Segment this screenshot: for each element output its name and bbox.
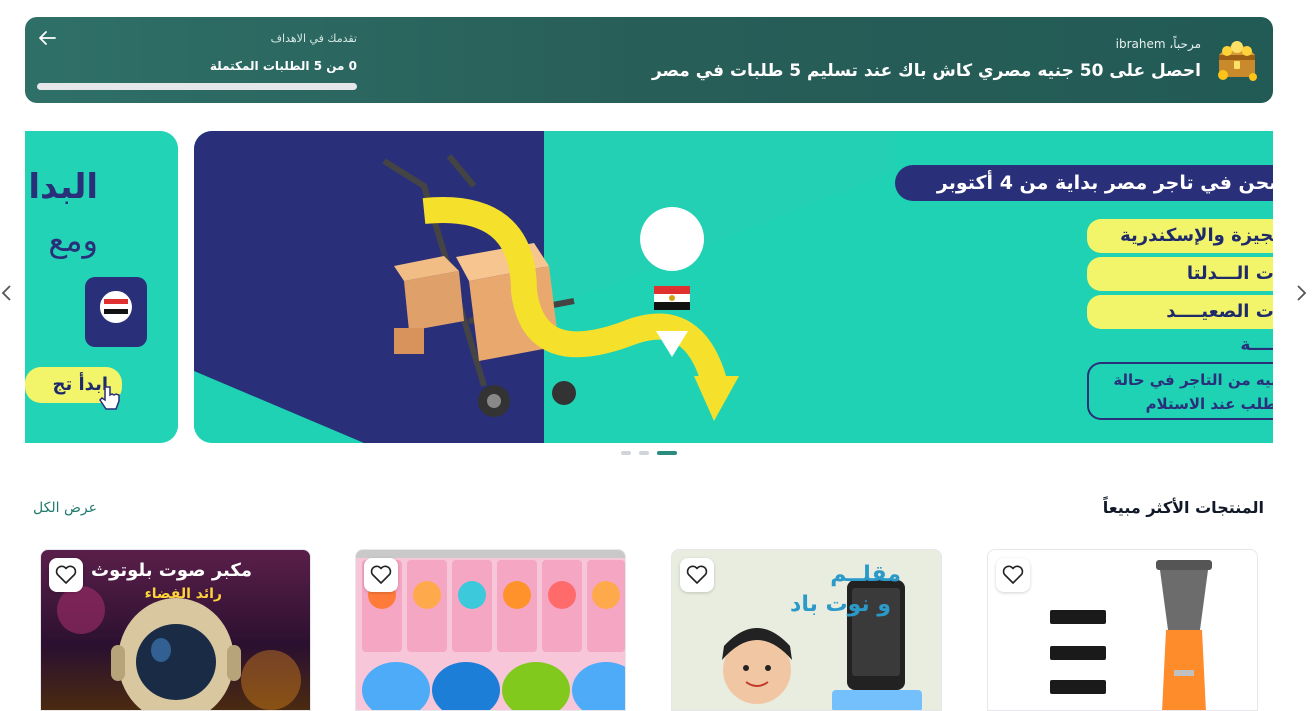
hand-cursor-icon [99,386,120,410]
heart-icon [1002,565,1024,584]
chevron-left-icon[interactable] [0,283,14,303]
goal-headline: احصل على 50 جنيه مصري كاش باك عند تسليم … [651,61,1201,81]
section-title: المنتجات الأكثر مبيعاً [1102,498,1264,517]
carousel-dot[interactable] [621,451,631,455]
side-slide-title: البدا [28,167,98,207]
favorite-button[interactable] [680,558,714,592]
product-overlay-title: مكبر صوت بلوتوث [91,560,252,581]
goal-banner: مرحباً، ibrahem احصل على 50 جنيه مصري كا… [25,17,1273,103]
treasure-chest-icon [1218,41,1257,81]
product-overlay-title: مقلــم [830,562,901,587]
carousel-dot[interactable] [639,451,649,455]
slide-headline: شحن في تاجر مصر بداية من 4 أكتوبر [895,165,1273,201]
heart-icon [370,565,392,584]
progress-bar [37,83,357,90]
product-card[interactable]: مكبر صوت بلوتوث رائد الفضاء [40,549,311,711]
side-slide-subtitle: ومع [48,221,98,259]
chevron-right-icon[interactable] [1294,283,1308,303]
product-overlay-subtitle: رائد الفضاء [144,586,222,602]
slide-line-2: ات الـــدلتا [1087,257,1273,291]
view-all-link[interactable]: عرض الكل [33,500,97,516]
promo-carousel[interactable]: البدا ومع ابدأ تج شحن في تاجر مصر بداية … [25,131,1273,443]
heart-icon [686,565,708,584]
arrow-left-icon[interactable] [37,29,57,47]
favorite-button[interactable] [996,558,1030,592]
product-card[interactable] [355,549,626,711]
product-overlay-subtitle: و نوت باد [790,592,891,617]
favorite-button[interactable] [49,558,83,592]
carousel-dot-active[interactable] [657,451,677,455]
progress-label: تقدمك في الاهداف [270,32,357,45]
slide-line-3: ات الصعيــــد [1087,295,1273,329]
slide-line-1: لجيزة والإسكندرية [1087,219,1273,253]
greeting-text: مرحباً، ibrahem [1115,37,1201,51]
heart-icon [55,565,77,584]
product-card[interactable] [987,549,1258,711]
slide-line-4: ظــــة [1240,335,1273,355]
carousel-slide-active[interactable]: شحن في تاجر مصر بداية من 4 أكتوبر لجيزة … [194,131,1273,443]
product-card[interactable]: مقلــم و نوت باد [671,549,942,711]
carousel-slide-previous[interactable]: البدا ومع ابدأ تج [25,131,178,443]
progress-count: 0 من 5 الطلبات المكتملة [209,59,357,73]
slide-footer: جنيه من التاجر في حالة الطلب عند الاستلا… [1087,362,1273,420]
favorite-button[interactable] [364,558,398,592]
